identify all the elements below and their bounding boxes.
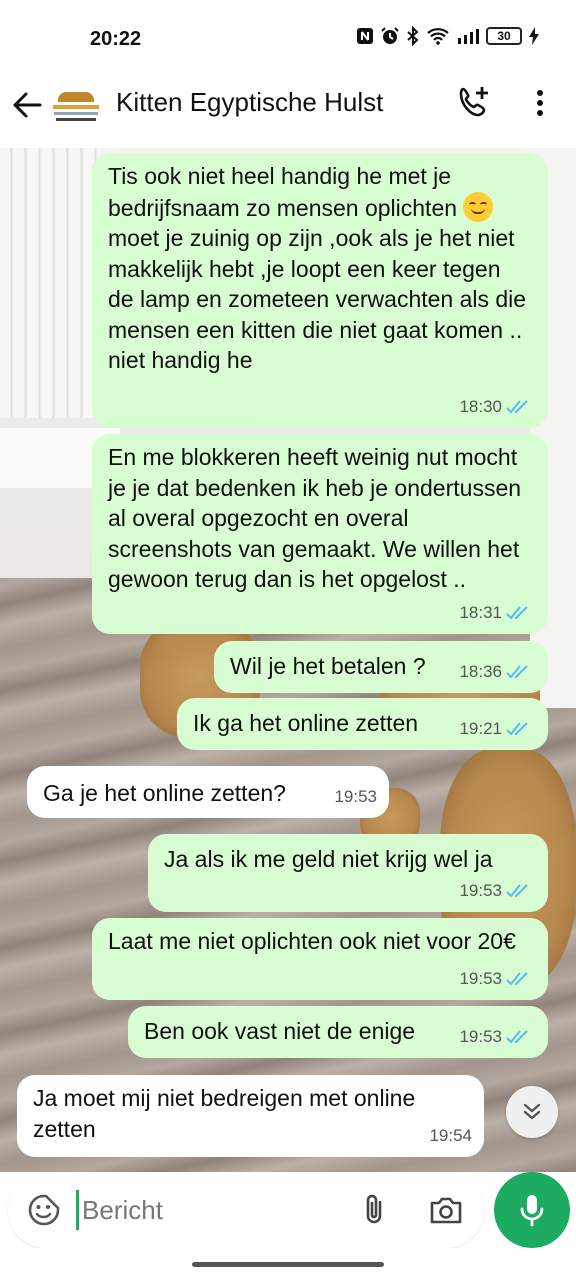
wallpaper-radiator bbox=[0, 148, 100, 418]
message-meta: 18:36 bbox=[459, 657, 532, 688]
message-meta: 19:53 bbox=[459, 964, 532, 995]
text-cursor bbox=[76, 1190, 79, 1230]
message-time: 19:53 bbox=[334, 786, 377, 806]
scroll-to-bottom-button[interactable] bbox=[506, 1086, 558, 1138]
message-bubble-outgoing[interactable]: Laat me niet oplichten ook niet voor 20€… bbox=[92, 918, 548, 1000]
message-text: Ja als ik me geld niet krijg wel ja bbox=[164, 846, 493, 872]
logo-stripe bbox=[54, 111, 98, 115]
system-navigation-bar bbox=[0, 1248, 576, 1280]
message-input[interactable] bbox=[82, 1188, 332, 1232]
sticker-icon[interactable] bbox=[26, 1192, 62, 1228]
charging-icon bbox=[529, 27, 539, 45]
message-time: 18:36 bbox=[459, 661, 502, 681]
read-ticks-icon bbox=[506, 972, 528, 986]
contact-name[interactable]: Kitten Egyptische Hulst bbox=[116, 87, 383, 118]
message-meta: 19:53 bbox=[459, 876, 532, 907]
message-meta: 18:30 bbox=[459, 392, 532, 423]
message-bubble-outgoing[interactable]: Ik ga het online zetten 19:21 bbox=[177, 698, 548, 750]
message-bubble-incoming[interactable]: Ja moet mij niet bedreigen met online ze… bbox=[17, 1075, 484, 1157]
logo-stripe bbox=[56, 117, 96, 121]
message-composer bbox=[8, 1172, 484, 1248]
message-bubble-outgoing[interactable]: Wil je het betalen ? 18:36 bbox=[214, 641, 548, 693]
chat-header: Kitten Egyptische Hulst bbox=[0, 70, 576, 148]
read-ticks-icon bbox=[506, 665, 528, 679]
status-time: 20:22 bbox=[90, 28, 142, 50]
message-text: Wil je het betalen ? bbox=[230, 653, 426, 679]
message-time: 18:30 bbox=[459, 396, 502, 416]
microphone-icon bbox=[520, 1195, 544, 1227]
paperclip-icon[interactable] bbox=[360, 1192, 390, 1228]
back-arrow-icon[interactable] bbox=[10, 88, 44, 122]
message-meta: 18:31 bbox=[459, 598, 532, 629]
message-time: 18:31 bbox=[459, 602, 502, 622]
message-bubble-outgoing[interactable]: En me blokkeren heeft weinig nut mocht j… bbox=[92, 434, 548, 634]
message-text: Ben ook vast niet de enige bbox=[144, 1018, 416, 1044]
contact-avatar[interactable] bbox=[50, 80, 102, 132]
camera-icon[interactable] bbox=[428, 1194, 464, 1226]
message-bubble-outgoing[interactable]: Ja als ik me geld niet krijg wel ja 19:5… bbox=[148, 834, 548, 912]
message-meta: 19:21 bbox=[459, 714, 532, 745]
message-meta: 19:54 bbox=[429, 1121, 472, 1152]
read-ticks-icon bbox=[506, 400, 528, 414]
message-meta: 19:53 bbox=[334, 782, 377, 813]
nfc-icon bbox=[357, 28, 373, 44]
status-icons: 30 bbox=[356, 26, 540, 46]
message-time: 19:53 bbox=[459, 1026, 502, 1046]
message-text: Ga je het online zetten? bbox=[43, 780, 286, 806]
smirking-face-emoji-icon bbox=[463, 191, 494, 222]
status-bar: 20:22 30 bbox=[0, 0, 576, 70]
message-text: Ja moet mij niet bedreigen met online ze… bbox=[33, 1085, 416, 1142]
read-ticks-icon bbox=[506, 606, 528, 620]
more-options-icon[interactable] bbox=[528, 88, 552, 118]
message-text: Ik ga het online zetten bbox=[193, 710, 419, 736]
message-text: moet je zuinig op zijn ,ook als je het n… bbox=[108, 225, 527, 373]
message-text: Laat me niet oplichten ook niet voor 20€ bbox=[108, 928, 516, 954]
double-chevron-down-icon bbox=[523, 1103, 541, 1120]
message-time: 19:21 bbox=[459, 718, 502, 738]
alarm-icon bbox=[381, 27, 399, 44]
message-text: Tis ook niet heel handig he met je bedri… bbox=[108, 163, 458, 221]
message-bubble-outgoing[interactable]: Ben ook vast niet de enige 19:53 bbox=[128, 1006, 548, 1058]
logo-emblem bbox=[58, 91, 94, 102]
add-call-icon[interactable] bbox=[456, 84, 492, 120]
wifi-icon bbox=[427, 28, 449, 45]
battery-icon: 30 bbox=[486, 27, 522, 45]
message-time: 19:53 bbox=[459, 968, 502, 988]
message-bubble-outgoing[interactable]: Tis ook niet heel handig he met je bedri… bbox=[92, 153, 548, 428]
logo-stripe bbox=[53, 104, 99, 109]
read-ticks-icon bbox=[506, 1030, 528, 1044]
message-text: En me blokkeren heeft weinig nut mocht j… bbox=[108, 444, 522, 592]
message-time: 19:53 bbox=[459, 880, 502, 900]
message-bubble-incoming[interactable]: Ga je het online zetten? 19:53 bbox=[27, 766, 389, 818]
bluetooth-icon bbox=[407, 26, 419, 46]
message-meta: 19:53 bbox=[459, 1022, 532, 1053]
read-ticks-icon bbox=[506, 884, 528, 898]
voice-message-button[interactable] bbox=[494, 1172, 570, 1248]
message-time: 19:54 bbox=[429, 1125, 472, 1145]
gesture-handle[interactable] bbox=[192, 1262, 384, 1267]
signal-icon bbox=[458, 29, 479, 44]
read-ticks-icon bbox=[506, 722, 528, 736]
